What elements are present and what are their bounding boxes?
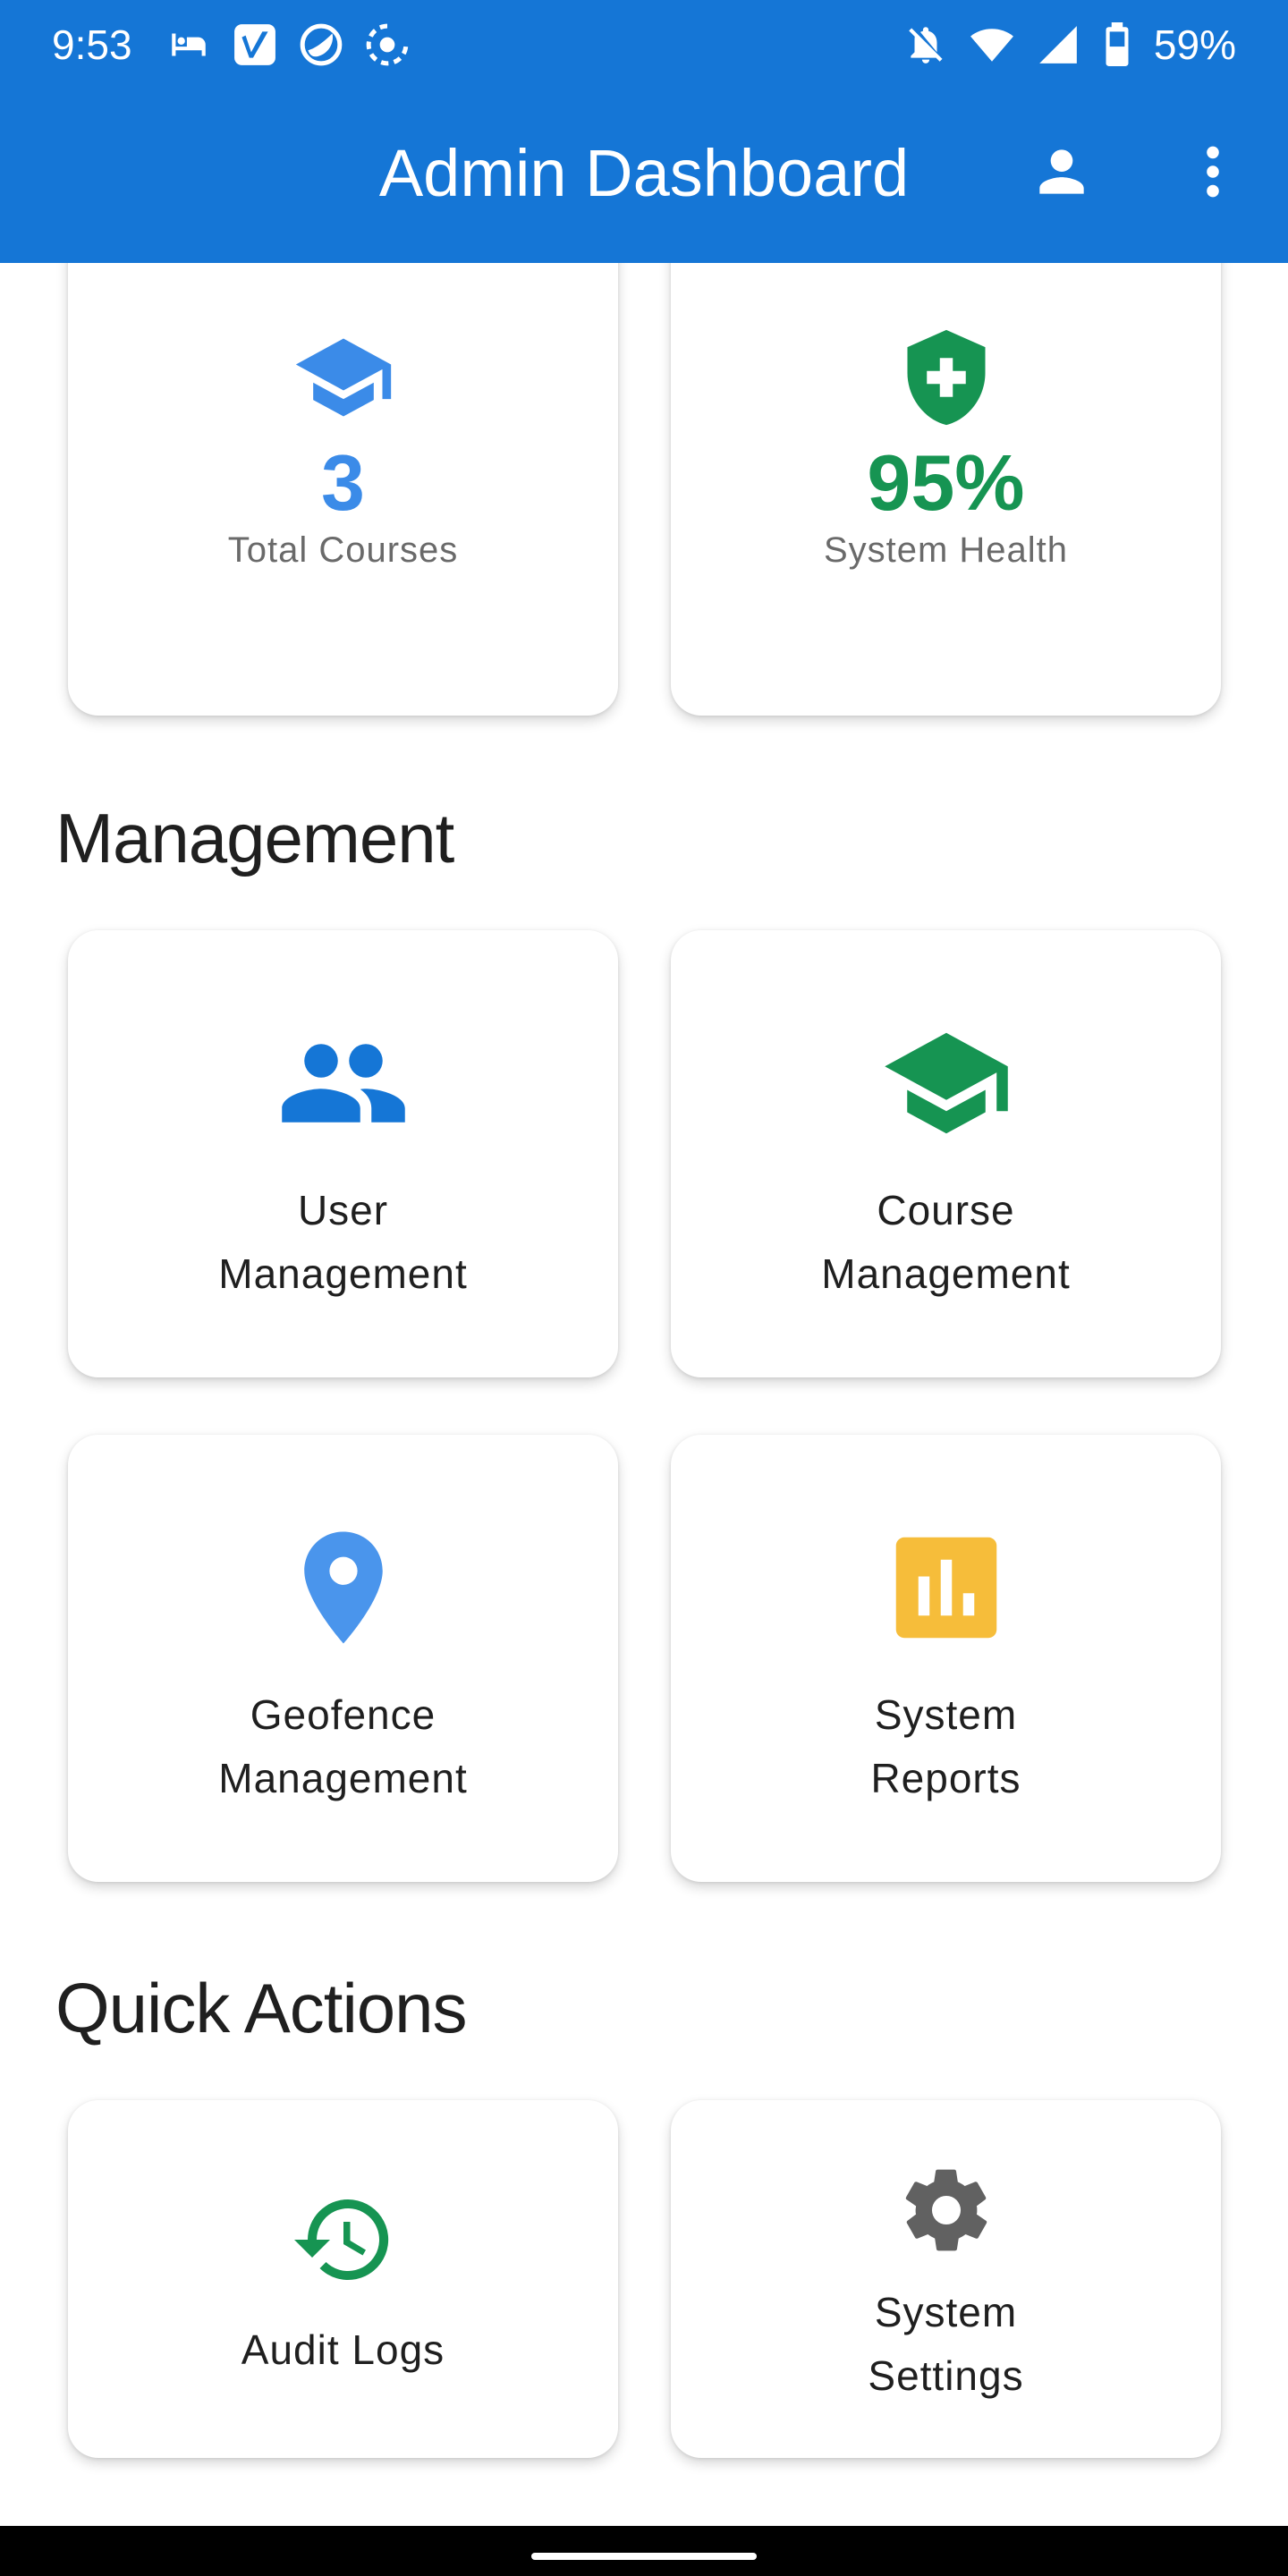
status-time: 9:53: [52, 21, 132, 68]
notifications-off-icon: [903, 22, 948, 67]
system-navigation-bar: [0, 2526, 1288, 2576]
course-management-card[interactable]: Course Management: [671, 930, 1221, 1377]
status-right: 59%: [903, 21, 1236, 69]
dashboard-content: 3 Total Courses 95% System Health Manage…: [0, 263, 1288, 2526]
home-indicator[interactable]: [531, 2553, 757, 2560]
location-pin-icon: [303, 1531, 383, 1644]
record-icon: [365, 22, 410, 67]
school-icon: [295, 338, 391, 417]
card-label: System Reports: [870, 1691, 1021, 1801]
wifi-icon: [970, 22, 1014, 67]
app-icon: [299, 22, 343, 67]
system-settings-card[interactable]: System Settings: [671, 2100, 1221, 2458]
user-management-card[interactable]: User Management: [68, 930, 618, 1377]
more-vert-icon: [1207, 146, 1219, 198]
card-label: Geofence Management: [218, 1691, 468, 1801]
profile-button[interactable]: [1017, 127, 1106, 216]
card-label: Course Management: [821, 1187, 1071, 1297]
sleep-icon: [166, 22, 211, 67]
section-title-management: Management: [55, 799, 454, 877]
battery-icon: [1102, 22, 1132, 67]
person-icon: [1039, 149, 1084, 194]
card-label: User Management: [218, 1187, 468, 1297]
vimeo-icon: [233, 22, 277, 67]
card-label: Audit Logs: [241, 2326, 445, 2373]
audit-logs-card[interactable]: Audit Logs: [68, 2100, 618, 2458]
health-shield-icon: [907, 329, 985, 426]
people-icon: [281, 1044, 405, 1123]
card-label: System Settings: [868, 2289, 1024, 2399]
battery-percentage: 59%: [1153, 21, 1236, 68]
stat-card-system-health: 95% System Health: [671, 263, 1221, 716]
system-reports-card[interactable]: System Reports: [671, 1435, 1221, 1882]
geofence-management-card[interactable]: Geofence Management: [68, 1435, 618, 1882]
gear-icon: [905, 2169, 987, 2251]
stat-label: Total Courses: [227, 530, 459, 570]
school-icon: [884, 1032, 1008, 1134]
app-bar: Admin Dashboard: [0, 89, 1288, 263]
cellular-icon: [1036, 22, 1080, 67]
stat-value: 3: [321, 438, 365, 527]
bar-chart-icon: [895, 1537, 996, 1639]
stat-card-total-courses: 3 Total Courses: [68, 263, 618, 716]
status-left: 9:53: [52, 21, 410, 69]
stat-label: System Health: [823, 530, 1069, 570]
more-options-button[interactable]: [1168, 127, 1258, 216]
section-title-quick-actions: Quick Actions: [55, 1969, 468, 2047]
stat-value: 95%: [867, 438, 1025, 527]
status-bar: 9:53 59%: [0, 0, 1288, 89]
history-icon: [293, 2199, 388, 2280]
